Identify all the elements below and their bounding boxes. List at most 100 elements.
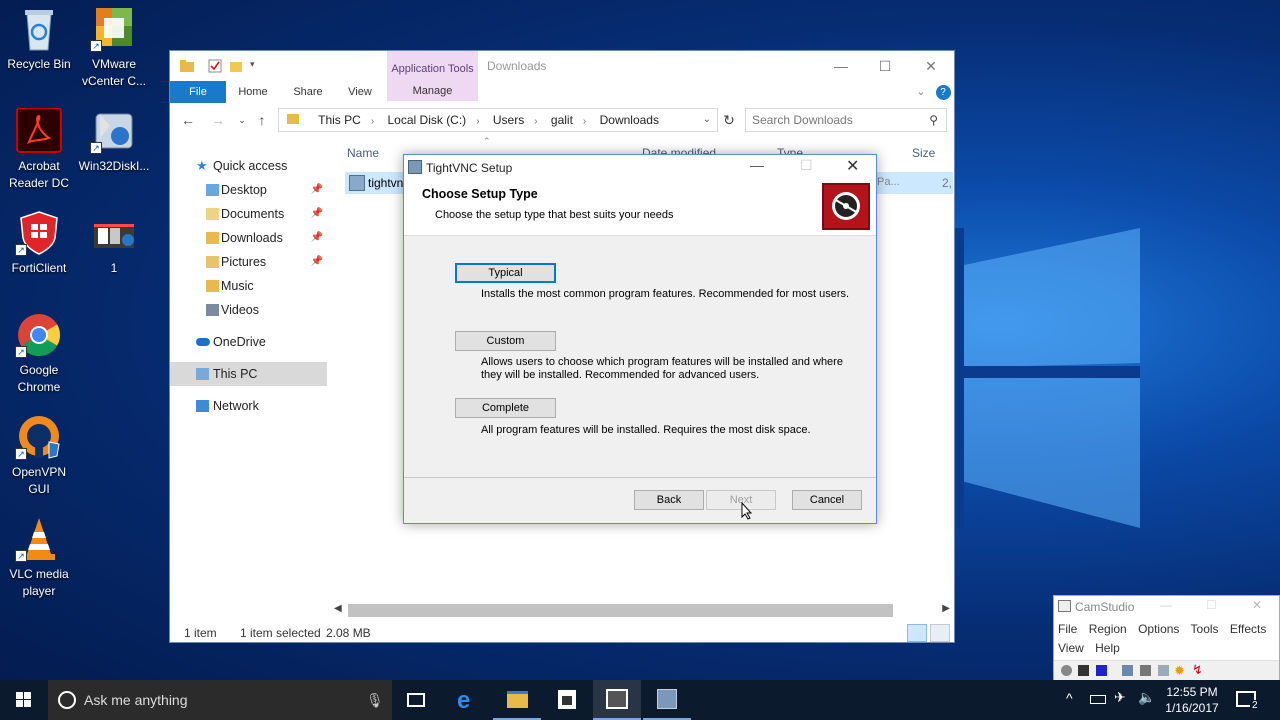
- tightvnc-taskbar-icon[interactable]: [643, 680, 691, 720]
- desktop-icon-recycle-bin[interactable]: Recycle Bin: [0, 6, 78, 73]
- desktop-icon-vlc[interactable]: ↗ VLC media player: [0, 516, 78, 600]
- menu-file[interactable]: File: [1058, 622, 1077, 636]
- new-folder-icon[interactable]: [230, 59, 244, 73]
- minimize-icon[interactable]: —: [750, 157, 764, 173]
- back-arrow-icon[interactable]: ←: [178, 108, 198, 132]
- refresh-icon[interactable]: ↻: [718, 108, 740, 132]
- complete-button[interactable]: Complete: [455, 398, 556, 418]
- screen-icon[interactable]: [1140, 665, 1151, 676]
- typical-button[interactable]: Typical: [455, 263, 556, 283]
- breadcrumb-users[interactable]: Users: [493, 113, 524, 127]
- desktop-icon-video-1[interactable]: 1: [75, 210, 153, 277]
- desktop-icon-win32diskimager[interactable]: ↗ Win32DiskI...: [75, 108, 153, 175]
- custom-button[interactable]: Custom: [455, 331, 556, 351]
- folder-icon: [180, 59, 194, 73]
- tightvnc-setup-dialog[interactable]: TightVNC Setup — ☐ ✕ Choose Setup Type C…: [403, 154, 877, 524]
- breadcrumb-downloads[interactable]: Downloads: [600, 113, 659, 127]
- scroll-right-icon[interactable]: ▶: [942, 603, 950, 614]
- address-dropdown-icon[interactable]: ⌄: [703, 109, 711, 131]
- large-icons-view-icon[interactable]: [930, 624, 950, 642]
- record-icon[interactable]: [1061, 665, 1072, 676]
- back-button[interactable]: Back: [634, 490, 704, 510]
- menu-options[interactable]: Options: [1138, 622, 1179, 636]
- pin-icon: 📌: [310, 184, 323, 195]
- recent-locations-icon[interactable]: ⌄: [232, 108, 252, 132]
- menu-help[interactable]: Help: [1095, 641, 1120, 655]
- region-icon[interactable]: [1122, 665, 1133, 676]
- nav-onedrive[interactable]: OneDrive: [170, 330, 327, 354]
- search-input[interactable]: Search Downloads ⚲: [745, 108, 947, 132]
- camstudio-menu-row2: View Help: [1058, 641, 1120, 655]
- details-view-icon[interactable]: [907, 624, 927, 642]
- system-clock[interactable]: 12:55 PM 1/16/2017: [1160, 684, 1224, 716]
- close-icon[interactable]: ✕: [846, 156, 859, 176]
- stop-icon[interactable]: [1096, 665, 1107, 676]
- menu-effects[interactable]: Effects: [1230, 622, 1266, 636]
- dialog-titlebar[interactable]: TightVNC Setup — ☐ ✕: [404, 155, 876, 181]
- minimize-icon[interactable]: —: [1160, 598, 1172, 612]
- customize-qat-icon[interactable]: ▾: [250, 59, 264, 73]
- address-box[interactable]: This PC › Local Disk (C:) › Users › galit › …: [278, 108, 718, 132]
- up-arrow-icon[interactable]: ↑: [252, 108, 272, 132]
- annotation-icon[interactable]: [1158, 665, 1169, 676]
- network-tray-icon[interactable]: ✈: [1114, 689, 1126, 706]
- forward-arrow-icon[interactable]: →: [208, 108, 228, 132]
- start-button[interactable]: [0, 680, 48, 720]
- tab-home[interactable]: Home: [230, 81, 276, 103]
- nav-desktop[interactable]: Desktop 📌: [170, 178, 327, 202]
- nav-documents[interactable]: Documents 📌: [170, 202, 327, 226]
- volume-icon[interactable]: 🔈: [1138, 689, 1155, 706]
- pause-icon[interactable]: [1078, 665, 1089, 676]
- maximize-icon[interactable]: ☐: [862, 55, 908, 77]
- maximize-icon[interactable]: ☐: [1206, 598, 1217, 612]
- scroll-left-icon[interactable]: ◀: [334, 603, 342, 614]
- desktop-icon-chrome[interactable]: ↗ Google Chrome: [0, 312, 78, 396]
- desktop-icon-acrobat[interactable]: Acrobat Reader DC: [0, 107, 78, 192]
- task-view-icon[interactable]: [392, 680, 440, 720]
- store-icon[interactable]: [543, 680, 591, 720]
- microphone-icon[interactable]: 🎙: [366, 680, 384, 720]
- camstudio-window[interactable]: CamStudio — ☐ ✕ File Region Options Tool…: [1053, 595, 1280, 680]
- breadcrumb-galit[interactable]: galit: [551, 113, 573, 127]
- breadcrumb-this-pc[interactable]: This PC: [318, 113, 361, 127]
- minimize-icon[interactable]: —: [818, 55, 864, 77]
- battery-icon[interactable]: [1090, 695, 1106, 704]
- tab-share[interactable]: Share: [284, 81, 332, 103]
- desktop-icon-vmware[interactable]: ↗ VMware vCenter C...: [75, 6, 153, 90]
- close-icon[interactable]: ✕: [1252, 598, 1262, 612]
- nav-videos[interactable]: Videos: [170, 298, 327, 322]
- properties-icon[interactable]: [208, 59, 222, 73]
- nav-network[interactable]: Network: [170, 394, 327, 418]
- cortana-search-box[interactable]: Ask me anything 🎙: [48, 680, 392, 720]
- menu-region[interactable]: Region: [1089, 622, 1127, 636]
- menu-tools[interactable]: Tools: [1191, 622, 1219, 636]
- column-header-size[interactable]: Size: [912, 146, 935, 160]
- show-hidden-icons-icon[interactable]: ^: [1066, 690, 1073, 706]
- status-bar: 1 item 1 item selected 2.08 MB: [170, 623, 954, 643]
- menu-view[interactable]: View: [1058, 641, 1084, 655]
- nav-music[interactable]: Music: [170, 274, 327, 298]
- autopan-icon[interactable]: ↯: [1192, 662, 1203, 678]
- help-icon[interactable]: ?: [934, 81, 952, 103]
- file-explorer-taskbar-icon[interactable]: [493, 680, 541, 720]
- breadcrumb-local-disk[interactable]: Local Disk (C:): [388, 113, 467, 127]
- effects-sun-icon[interactable]: ✹: [1174, 663, 1185, 679]
- expand-ribbon-icon[interactable]: ⌄: [912, 81, 930, 103]
- scrollbar-thumb[interactable]: [348, 604, 893, 617]
- cancel-button[interactable]: Cancel: [792, 490, 862, 510]
- horizontal-scrollbar[interactable]: ◀ ▶: [330, 602, 954, 619]
- nav-quick-access[interactable]: ★ Quick access: [170, 154, 327, 178]
- nav-pictures[interactable]: Pictures 📌: [170, 250, 327, 274]
- videos-folder-icon: [206, 304, 219, 316]
- nav-label: Documents: [221, 207, 285, 221]
- desktop-icon-openvpn[interactable]: ↗ OpenVPN GUI: [0, 414, 78, 498]
- nav-this-pc[interactable]: This PC: [170, 362, 327, 386]
- edge-browser-icon[interactable]: e: [443, 680, 491, 720]
- tab-file[interactable]: File: [170, 81, 226, 103]
- desktop-icon-forticlient[interactable]: ↗ FortiClient: [0, 210, 78, 277]
- camstudio-taskbar-icon[interactable]: [593, 680, 641, 720]
- tab-view[interactable]: View: [338, 81, 382, 103]
- nav-downloads[interactable]: Downloads 📌: [170, 226, 327, 250]
- column-header-name[interactable]: Name: [347, 146, 379, 160]
- close-icon[interactable]: ✕: [908, 55, 954, 77]
